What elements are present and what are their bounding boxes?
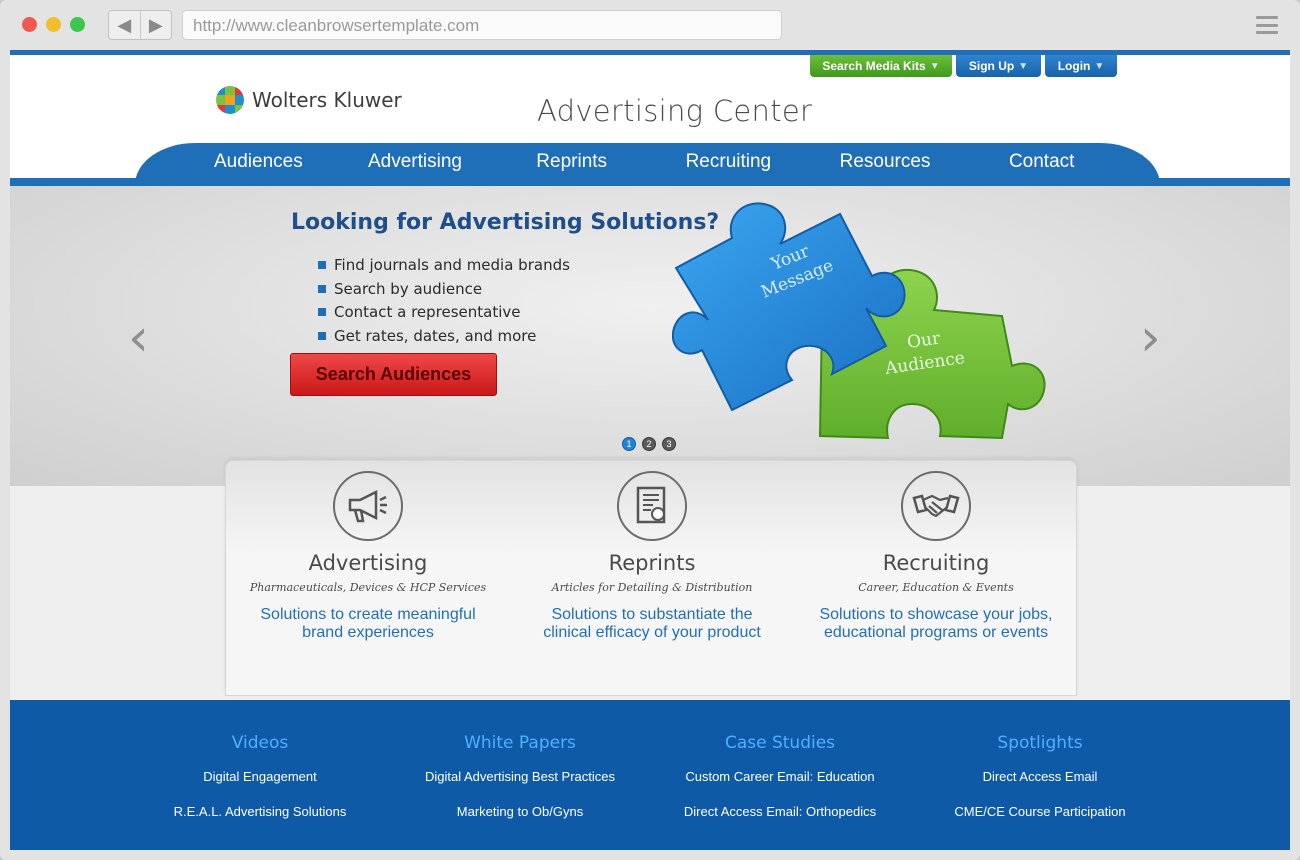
nav-item-reprints[interactable]: Reprints [493,151,650,173]
hero-bullet: Search by audience [318,280,570,298]
megaphone-icon [333,471,403,541]
hero-carousel: ‹ › Looking for Advertising Solutions? F… [10,186,1290,486]
feature-title: Recruiting [882,551,990,575]
chevron-down-icon: ▼ [1018,60,1029,72]
footer-link[interactable]: R.E.A.L. Advertising Solutions [130,804,390,819]
footer-heading[interactable]: Spotlights [910,733,1170,753]
hero-bullet: Get rates, dates, and more [318,327,570,345]
brand-logo[interactable]: Wolters Kluwer [216,86,402,114]
feature-description[interactable]: Solutions to create meaningful brand exp… [226,606,510,642]
browser-window: ◀ ▶ http://www.cleanbrowsertemplate.com … [0,0,1300,860]
feature-panel: Advertising Pharmaceuticals, Devices & H… [225,460,1077,696]
feature-recruiting[interactable]: Recruiting Career, Education & Events So… [794,471,1078,642]
carousel-next-icon[interactable]: › [1140,308,1161,368]
back-arrow-icon[interactable]: ◀ [109,11,141,39]
carousel-dot-2[interactable]: 2 [642,437,656,451]
chevron-down-icon: ▼ [929,60,940,72]
document-icon [617,471,687,541]
feature-title: Reprints [608,551,696,575]
hero-title: Looking for Advertising Solutions? [291,210,720,235]
footer-link[interactable]: Direct Access Email [910,769,1170,784]
nav-item-audiences[interactable]: Audiences [180,151,337,173]
feature-advertising[interactable]: Advertising Pharmaceuticals, Devices & H… [226,471,510,642]
maximize-window-button[interactable] [70,17,85,32]
footer-link[interactable]: Digital Advertising Best Practices [390,769,650,784]
carousel-dot-1[interactable]: 1 [622,437,636,451]
carousel-pager: 1 2 3 [622,437,676,451]
search-audiences-button[interactable]: Search Audiences [290,353,497,396]
footer-column-case-studies: Case Studies Custom Career Email: Educat… [650,733,910,819]
feature-description-line: clinical efficacy of your product [543,624,761,641]
nav-item-advertising[interactable]: Advertising [337,151,494,173]
feature-description-line: Solutions to substantiate the [551,606,753,623]
footer: Videos Digital Engagement R.E.A.L. Adver… [10,700,1290,850]
feature-description[interactable]: Solutions to substantiate the clinical e… [510,606,794,642]
site-title: Advertising Center [537,94,813,128]
feature-subtitle: Pharmaceuticals, Devices & HCP Services [249,581,487,594]
hero-bullet: Find journals and media brands [318,256,570,274]
carousel-dot-3[interactable]: 3 [662,437,676,451]
footer-column-videos: Videos Digital Engagement R.E.A.L. Adver… [130,733,390,819]
hero-bullet: Contact a representative [318,303,570,321]
main-nav-base [10,178,1290,186]
nav-item-contact[interactable]: Contact [963,151,1120,173]
chevron-down-icon: ▼ [1094,60,1105,72]
feature-description-line: brand experiences [302,624,434,641]
footer-heading[interactable]: Case Studies [650,733,910,753]
window-controls [22,17,85,32]
search-media-kits-button[interactable]: Search Media Kits ▼ [810,55,952,77]
sign-up-button[interactable]: Sign Up ▼ [956,55,1041,77]
address-bar[interactable]: http://www.cleanbrowsertemplate.com [182,10,782,40]
page-viewport: Search Media Kits ▼ Sign Up ▼ Login ▼ Wo… [10,50,1290,850]
footer-column-white-papers: White Papers Digital Advertising Best Pr… [390,733,650,819]
login-label: Login [1057,59,1091,73]
nav-item-resources[interactable]: Resources [807,151,964,173]
login-button[interactable]: Login ▼ [1045,55,1117,77]
carousel-prev-icon[interactable]: ‹ [128,308,149,368]
history-nav: ◀ ▶ [108,10,172,40]
feature-title: Advertising [308,551,428,575]
footer-link[interactable]: Digital Engagement [130,769,390,784]
footer-column-spotlights: Spotlights Direct Access Email CME/CE Co… [910,733,1170,819]
minimize-window-button[interactable] [46,17,61,32]
footer-link[interactable]: Marketing to Ob/Gyns [390,804,650,819]
handshake-icon [901,471,971,541]
brand-name: Wolters Kluwer [252,88,402,112]
feature-description-line: Solutions to showcase your jobs, [819,606,1053,623]
close-window-button[interactable] [22,17,37,32]
feature-description[interactable]: Solutions to showcase your jobs, educati… [794,606,1078,642]
wolters-kluwer-logo-icon [216,86,244,114]
footer-link[interactable]: Direct Access Email: Orthopedics [650,804,910,819]
puzzle-pieces-illustration: Your Message Our Audience [672,202,1046,440]
footer-heading[interactable]: White Papers [390,733,650,753]
forward-arrow-icon[interactable]: ▶ [141,11,172,39]
feature-description-line: educational programs or events [823,624,1049,641]
footer-link[interactable]: CME/CE Course Participation [910,804,1170,819]
feature-subtitle: Career, Education & Events [858,581,1014,594]
main-nav: Audiences Advertising Reprints Recruitin… [180,151,1120,173]
feature-reprints[interactable]: Reprints Articles for Detailing & Distri… [510,471,794,642]
footer-heading[interactable]: Videos [130,733,390,753]
nav-item-recruiting[interactable]: Recruiting [650,151,807,173]
menu-icon[interactable] [1256,16,1278,34]
media-kits-label: Search Media Kits [822,59,926,73]
feature-description-line: Solutions to create meaningful [260,606,476,623]
hero-bullet-list: Find journals and media brands Search by… [318,256,570,350]
sign-up-label: Sign Up [968,59,1015,73]
feature-subtitle: Articles for Detailing & Distribution [551,581,753,594]
footer-link[interactable]: Custom Career Email: Education [650,769,910,784]
